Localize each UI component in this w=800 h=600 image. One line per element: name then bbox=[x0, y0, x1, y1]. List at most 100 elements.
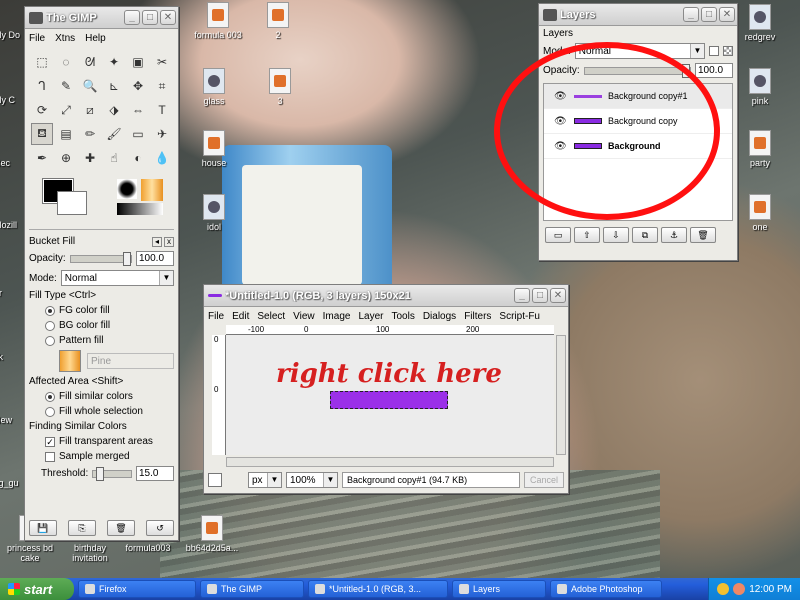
rotate-icon[interactable]: ⟳ bbox=[31, 99, 53, 121]
bucket-fill-icon[interactable]: ⛾ bbox=[31, 123, 53, 145]
opacity-spinbox[interactable]: 100.0 bbox=[136, 251, 174, 266]
tray-icon[interactable] bbox=[733, 583, 746, 595]
menu-item-scriptfu[interactable]: Script-Fu bbox=[499, 311, 540, 322]
close-button[interactable]: ✕ bbox=[160, 10, 176, 25]
lock-alpha-icon[interactable] bbox=[723, 46, 733, 56]
checkbox-icon[interactable] bbox=[45, 451, 55, 462]
ink-icon[interactable]: ✒ bbox=[31, 147, 53, 169]
airbrush-icon[interactable]: ✈ bbox=[151, 123, 173, 145]
free-select-icon[interactable]: ᘛ bbox=[79, 51, 101, 73]
delete-layer-button[interactable]: 🗑 bbox=[690, 227, 716, 243]
threshold-spinbox[interactable]: 15.0 bbox=[136, 466, 174, 481]
color-picker-icon[interactable]: ✎ bbox=[55, 75, 77, 97]
maximize-button[interactable]: □ bbox=[142, 10, 158, 25]
menu-item-tools[interactable]: Tools bbox=[391, 311, 414, 322]
quick-mask-icon[interactable] bbox=[208, 473, 222, 487]
measure-icon[interactable]: ⊾ bbox=[103, 75, 125, 97]
maximize-button[interactable]: □ bbox=[532, 288, 548, 303]
lower-layer-button[interactable]: ⇩ bbox=[603, 227, 629, 243]
fill-transparent-checkbox[interactable]: ✓ Fill transparent areas bbox=[25, 434, 178, 449]
threshold-slider[interactable] bbox=[92, 466, 132, 481]
checkbox-icon[interactable]: ✓ bbox=[45, 436, 55, 447]
menu-item-xtns[interactable]: Xtns bbox=[55, 33, 75, 44]
sample-merged-checkbox[interactable]: Sample merged bbox=[25, 449, 178, 464]
layer-opacity-spinbox[interactable]: 100.0 bbox=[695, 63, 733, 78]
cancel-button[interactable]: Cancel bbox=[523, 472, 564, 488]
smudge-icon[interactable]: ☝ bbox=[103, 147, 125, 169]
desktop-icon-one[interactable]: one bbox=[730, 194, 790, 232]
close-button[interactable]: ✕ bbox=[550, 288, 566, 303]
close-button[interactable]: ✕ bbox=[719, 7, 735, 22]
zoom-icon[interactable]: 🔍 bbox=[79, 75, 101, 97]
scale-icon[interactable]: ⤢ bbox=[55, 99, 77, 121]
delete-options-button[interactable]: 🗑 bbox=[107, 520, 135, 536]
flip-icon[interactable]: ⇔ bbox=[127, 99, 149, 121]
desktop-icon-house[interactable]: house bbox=[184, 130, 244, 168]
pencil-icon[interactable]: ✏ bbox=[79, 123, 101, 145]
dodge-icon[interactable]: ◐ bbox=[127, 147, 149, 169]
paths-icon[interactable]: ᒉ bbox=[31, 75, 53, 97]
image-window[interactable]: *Untitled-1.0 (RGB, 3 layers) 150x21 _ □… bbox=[203, 284, 569, 494]
taskbar-item[interactable]: Adobe Photoshop bbox=[550, 580, 662, 598]
radio-icon[interactable] bbox=[45, 305, 55, 316]
radio-pattern-fill[interactable]: Pattern fill bbox=[25, 333, 178, 348]
duplicate-layer-button[interactable]: ⧉ bbox=[632, 227, 658, 243]
menu-item-file[interactable]: File bbox=[29, 33, 45, 44]
vertical-scrollbar[interactable] bbox=[556, 335, 566, 455]
desktop-icon-redgrev[interactable]: redgrev bbox=[730, 4, 790, 42]
fuzzy-select-icon[interactable]: ✦ bbox=[103, 51, 125, 73]
blend-icon[interactable]: ▤ bbox=[55, 123, 77, 145]
threshold-slider-knob[interactable] bbox=[95, 466, 104, 481]
unit-dropdown[interactable]: px ▼ bbox=[248, 472, 282, 488]
desktop-icon-glass[interactable]: glass bbox=[184, 68, 244, 106]
menu-item-image[interactable]: Image bbox=[323, 311, 351, 322]
color-select-icon[interactable]: ▣ bbox=[127, 51, 149, 73]
purple-layer-content[interactable] bbox=[330, 391, 448, 409]
desktop-icon-bb64d2d5a[interactable]: bb64d2d5a... bbox=[182, 515, 242, 553]
paintbrush-icon[interactable]: 🖌 bbox=[103, 123, 125, 145]
crop-icon[interactable]: ⌗ bbox=[151, 75, 173, 97]
opacity-slider-knob[interactable] bbox=[123, 251, 131, 266]
image-canvas[interactable]: right click here bbox=[226, 335, 554, 455]
scissors-icon[interactable]: ✂ bbox=[151, 51, 173, 73]
pattern-preview[interactable] bbox=[141, 179, 163, 201]
shear-icon[interactable]: ⧄ bbox=[79, 99, 101, 121]
brush-preview[interactable] bbox=[117, 179, 137, 199]
restore-options-button[interactable]: ⎘ bbox=[68, 520, 96, 536]
desktop-icon-party[interactable]: party bbox=[730, 130, 790, 168]
desktop-icon-three[interactable]: 3 bbox=[250, 68, 310, 106]
desktop-icon-idol[interactable]: idol bbox=[184, 194, 244, 232]
horizontal-ruler[interactable]: -100 0 100 200 bbox=[226, 325, 554, 335]
background-color-swatch[interactable] bbox=[57, 191, 87, 215]
perspective-icon[interactable]: ⬗ bbox=[103, 99, 125, 121]
taskbar-item[interactable]: *Untitled-1.0 (RGB, 3... bbox=[308, 580, 448, 598]
desktop-icon-formula003[interactable]: formula 003 bbox=[188, 2, 248, 40]
heal-icon[interactable]: ✚ bbox=[79, 147, 101, 169]
convolve-icon[interactable]: 💧 bbox=[151, 147, 173, 169]
clone-icon[interactable]: ⊕ bbox=[55, 147, 77, 169]
taskbar-item[interactable]: The GIMP bbox=[200, 580, 304, 598]
move-icon[interactable]: ✥ bbox=[127, 75, 149, 97]
opacity-slider[interactable] bbox=[69, 251, 132, 266]
horizontal-scrollbar[interactable] bbox=[226, 457, 554, 467]
menu-item-edit[interactable]: Edit bbox=[232, 311, 249, 322]
image-titlebar[interactable]: *Untitled-1.0 (RGB, 3 layers) 150x21 _ □… bbox=[204, 285, 568, 307]
gimp-toolbox-window[interactable]: The GIMP _ □ ✕ File Xtns Help ⬚ ◌ ᘛ ✦ ▣ ✂ ᒉ ✎ 🔍 ⊾ ✥ ⌗… bbox=[24, 6, 179, 541]
minimize-button[interactable]: _ bbox=[124, 10, 140, 25]
radio-fg-color-fill[interactable]: FG color fill bbox=[25, 303, 178, 318]
text-icon[interactable]: T bbox=[151, 99, 173, 121]
maximize-button[interactable]: □ bbox=[701, 7, 717, 22]
desktop-icon-pink[interactable]: pink bbox=[730, 68, 790, 106]
save-options-button[interactable]: 💾 bbox=[29, 520, 57, 536]
mode-dropdown[interactable]: Normal ▼ bbox=[60, 270, 174, 286]
menu-item-dialogs[interactable]: Dialogs bbox=[423, 311, 456, 322]
vertical-ruler[interactable]: 00 bbox=[212, 335, 226, 455]
taskbar-item[interactable]: Firefox bbox=[78, 580, 196, 598]
radio-icon[interactable] bbox=[45, 320, 55, 331]
eraser-icon[interactable]: ▭ bbox=[127, 123, 149, 145]
menu-item-file[interactable]: File bbox=[208, 311, 224, 322]
layers-titlebar[interactable]: Layers _ □ ✕ bbox=[539, 4, 737, 26]
start-button[interactable]: start bbox=[0, 578, 74, 600]
raise-layer-button[interactable]: ⇧ bbox=[574, 227, 600, 243]
taskbar-item[interactable]: Layers bbox=[452, 580, 546, 598]
